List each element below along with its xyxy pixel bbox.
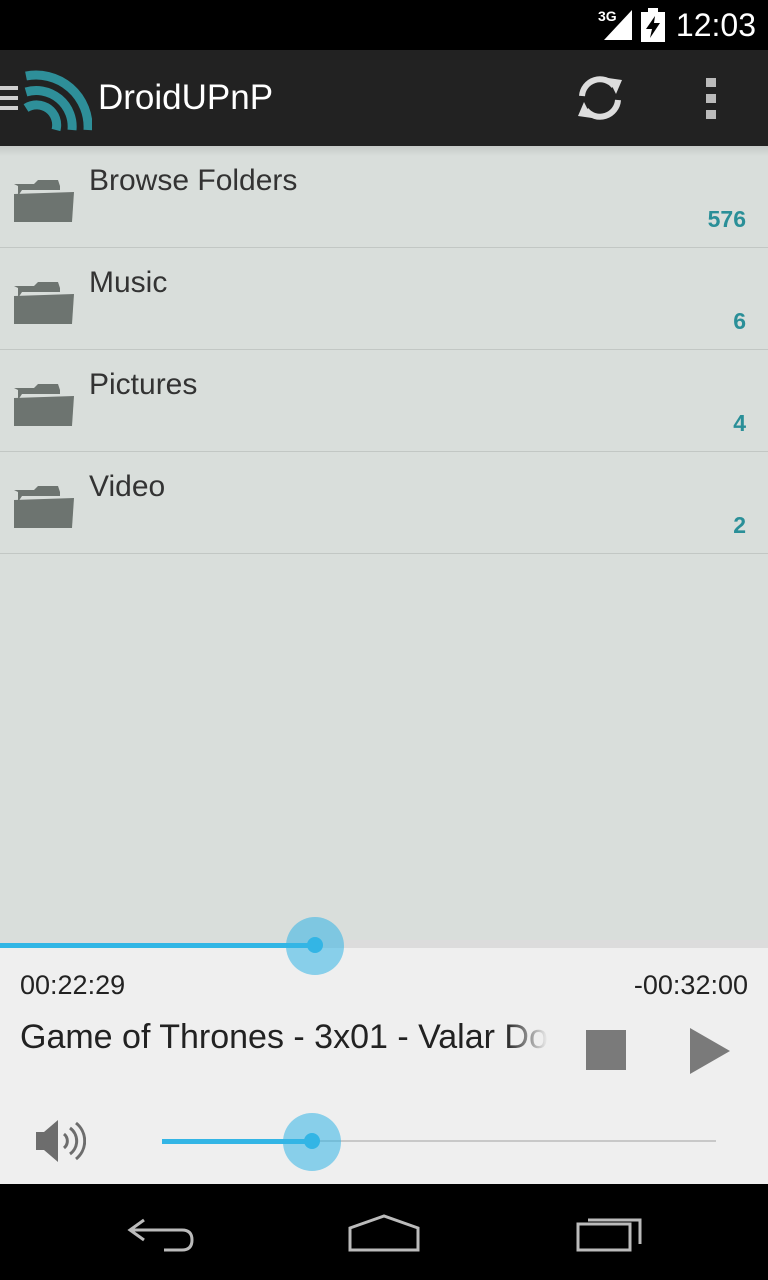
folder-count: 576	[707, 206, 746, 232]
folder-icon	[14, 384, 74, 426]
folder-icon	[14, 180, 74, 222]
clock-time: 12:03	[675, 7, 756, 43]
home-icon[interactable]	[346, 1214, 422, 1254]
overflow-menu-icon[interactable]	[690, 68, 734, 128]
folder-icon	[14, 486, 74, 528]
progress-bar-fill	[0, 943, 315, 948]
volume-thumb[interactable]	[304, 1133, 320, 1149]
signal-icon	[604, 10, 632, 40]
stop-button[interactable]	[586, 1030, 626, 1070]
app-title: DroidUPnP	[98, 78, 274, 117]
recent-apps-icon[interactable]	[574, 1212, 646, 1254]
media-player-panel: 00:22:29 -00:32:00 Game of Thrones - 3x0…	[0, 917, 768, 1184]
folder-item-music[interactable]: Music 6	[0, 248, 768, 350]
track-title: Game of Thrones - 3x01 - Valar Dohaeris	[20, 1018, 548, 1056]
folder-item-video[interactable]: Video 2	[0, 452, 768, 554]
progress-thumb[interactable]	[307, 937, 323, 953]
app-logo-icon[interactable]	[22, 64, 92, 132]
battery-charging-icon	[641, 8, 665, 42]
folder-icon	[14, 282, 74, 324]
folder-count: 4	[733, 410, 746, 436]
refresh-icon[interactable]	[570, 68, 630, 128]
folder-label: Video	[89, 470, 166, 503]
drawer-icon[interactable]	[0, 86, 20, 112]
folder-item-pictures[interactable]: Pictures 4	[0, 350, 768, 452]
folder-label: Music	[89, 266, 168, 299]
volume-icon[interactable]	[34, 1116, 86, 1166]
folder-count: 2	[733, 512, 746, 538]
navigation-bar	[0, 1184, 768, 1280]
back-icon[interactable]	[124, 1214, 196, 1254]
play-icon[interactable]	[688, 1028, 732, 1074]
folder-count: 6	[733, 308, 746, 334]
folder-item-browse-folders[interactable]: Browse Folders 576	[0, 146, 768, 248]
remaining-time: -00:32:00	[633, 970, 748, 1000]
folder-label: Pictures	[89, 368, 198, 401]
folder-label: Browse Folders	[89, 164, 298, 197]
action-bar: DroidUPnP	[0, 50, 768, 146]
status-bar: 3G 12:03	[0, 0, 768, 50]
elapsed-time: 00:22:29	[20, 970, 126, 1000]
folder-list: Browse Folders 576 Music 6 Pictures 4 Vi…	[0, 146, 768, 940]
